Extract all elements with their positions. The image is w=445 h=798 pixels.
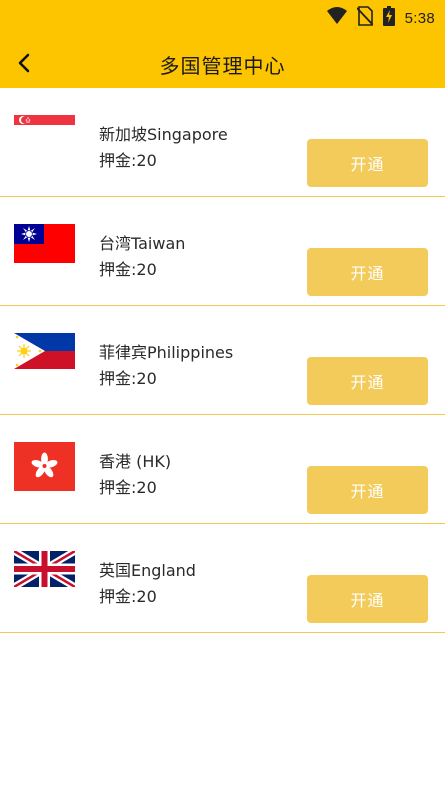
flag-hongkong-icon [14,442,75,491]
list-item: 新加坡Singapore 押金:20 开通 [0,88,445,197]
list-item: 英国England 押金:20 开通 [0,524,445,633]
country-name: 香港 (HK) [99,452,172,471]
status-bar: 5:38 [0,0,445,36]
open-button[interactable]: 开通 [307,357,428,405]
flag-uk-icon [14,551,75,587]
open-button[interactable]: 开通 [307,466,428,514]
wifi-icon [326,7,347,29]
country-name: 英国England [99,561,196,580]
open-button[interactable]: 开通 [307,248,428,296]
flag-singapore-icon [14,115,75,135]
list-item: 台湾Taiwan 押金:20 开通 [0,197,445,306]
list-item: 菲律宾Philippines 押金:20 开通 [0,306,445,415]
flag-philippines-icon [14,333,75,369]
app-bar: 多国管理中心 [0,36,445,88]
status-time: 5:38 [404,9,435,27]
deposit-label: 押金:20 [99,369,157,388]
battery-charging-icon [382,6,395,30]
status-icons: 5:38 [326,6,435,30]
country-name: 台湾Taiwan [99,234,186,253]
deposit-label: 押金:20 [99,478,157,497]
list-item: 香港 (HK) 押金:20 开通 [0,415,445,524]
no-sim-icon [355,6,374,30]
open-button[interactable]: 开通 [307,575,428,623]
country-list: 新加坡Singapore 押金:20 开通 台湾Taiwan 押金:20 开通 [0,88,445,633]
deposit-label: 押金:20 [99,151,157,170]
country-name: 新加坡Singapore [99,125,228,144]
page-title: 多国管理中心 [159,54,286,78]
deposit-label: 押金:20 [99,260,157,279]
deposit-label: 押金:20 [99,587,157,606]
country-name: 菲律宾Philippines [99,343,234,362]
open-button[interactable]: 开通 [307,139,428,187]
flag-taiwan-icon [14,224,75,263]
